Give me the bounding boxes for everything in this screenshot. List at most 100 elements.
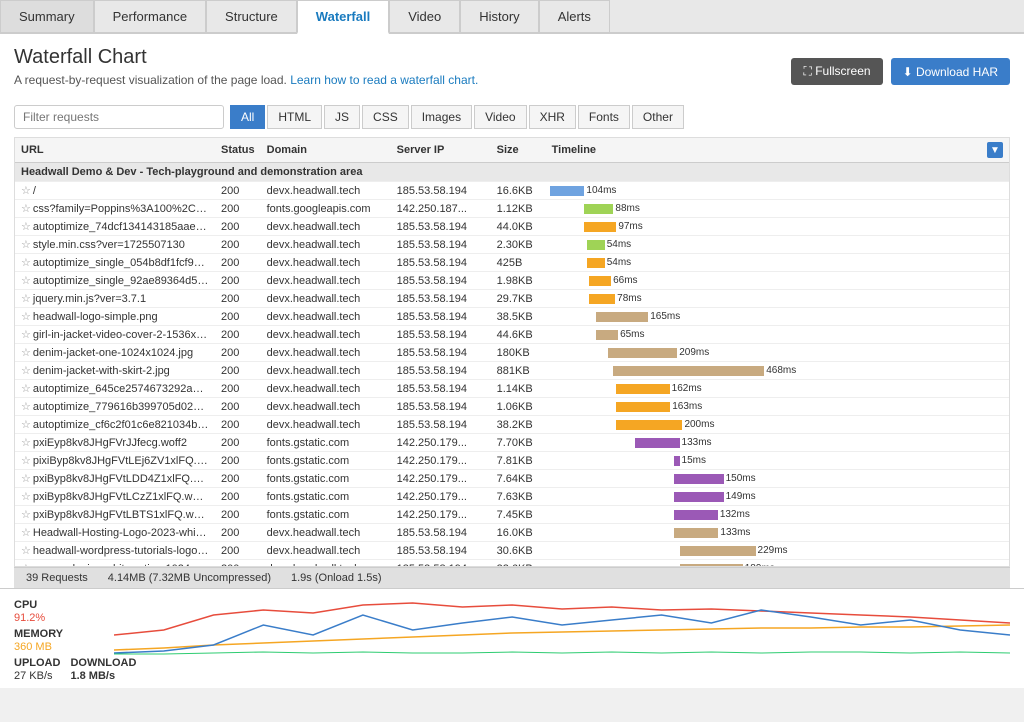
domain-cell: devx.headwall.tech (261, 290, 391, 308)
domain-cell: devx.headwall.tech (261, 326, 391, 344)
domain-cell: devx.headwall.tech (261, 272, 391, 290)
size-cell: 7.64KB (491, 470, 546, 488)
domain-cell: fonts.googleapis.com (261, 200, 391, 218)
subtitle-link[interactable]: Learn how to read a waterfall chart. (290, 73, 478, 87)
size-cell: 7.63KB (491, 488, 546, 506)
timeline-cell: 54ms (546, 236, 1009, 254)
url-cell: ☆pixiByp8kv8JHgFVtLEj6ZV1xlFQ.woff2 (15, 452, 215, 470)
table-row[interactable]: ☆autoptimize_645ce2574673292ab891... 200… (15, 380, 1009, 398)
waterfall-table-container[interactable]: URL Status Domain Server IP Size Timelin… (14, 137, 1010, 567)
table-row[interactable]: ☆denim-jacket-one-1024x1024.jpg 200 devx… (15, 344, 1009, 362)
url-cell: ☆autoptimize_single_92ae89364d576c... (15, 272, 215, 290)
tab-structure[interactable]: Structure (206, 0, 297, 32)
ip-cell: 185.53.58.194 (391, 236, 491, 254)
tab-performance[interactable]: Performance (94, 0, 206, 32)
filter-all[interactable]: All (230, 105, 265, 129)
size-cell: 425B (491, 254, 546, 272)
tab-history[interactable]: History (460, 0, 538, 32)
table-row[interactable]: ☆pxiByp8kv8JHgFVtLCzZ1xlFQ.woff2 200 fon… (15, 488, 1009, 506)
domain-cell: devx.headwall.tech (261, 362, 391, 380)
size-cell: 1.98KB (491, 272, 546, 290)
star-icon: ☆ (21, 419, 31, 431)
perf-chart-area (114, 595, 1010, 655)
filter-video[interactable]: Video (474, 105, 526, 129)
table-row[interactable]: ☆headwall-logo-simple.png 200 devx.headw… (15, 308, 1009, 326)
domain-cell: devx.headwall.tech (261, 236, 391, 254)
table-row[interactable]: ☆denim-jacket-with-skirt-2.jpg 200 devx.… (15, 362, 1009, 380)
table-row[interactable]: ☆power-plugins-white-retina-1024x25... 2… (15, 560, 1009, 568)
filter-other[interactable]: Other (632, 105, 684, 129)
filter-js[interactable]: JS (324, 105, 360, 129)
url-cell: ☆denim-jacket-one-1024x1024.jpg (15, 344, 215, 362)
table-row[interactable]: ☆autoptimize_74dcf134143185aae400... 200… (15, 218, 1009, 236)
tab-alerts[interactable]: Alerts (539, 0, 610, 32)
filter-css[interactable]: CSS (362, 105, 409, 129)
table-row[interactable]: ☆jquery.min.js?ver=3.7.1 200 devx.headwa… (15, 290, 1009, 308)
filter-xhr[interactable]: XHR (529, 105, 576, 129)
star-icon: ☆ (21, 329, 31, 341)
size-cell: 7.45KB (491, 506, 546, 524)
download-har-button[interactable]: ⬇ Download HAR (891, 58, 1010, 85)
size-cell: 1.14KB (491, 380, 546, 398)
domain-cell: devx.headwall.tech (261, 218, 391, 236)
table-row[interactable]: ☆pixiByp8kv8JHgFVtLEj6ZV1xlFQ.woff2 200 … (15, 452, 1009, 470)
star-icon: ☆ (21, 509, 31, 521)
size-cell: 44.6KB (491, 326, 546, 344)
ip-cell: 185.53.58.194 (391, 182, 491, 200)
ip-cell: 185.53.58.194 (391, 290, 491, 308)
table-row[interactable]: ☆girl-in-jacket-video-cover-2-1536x8... … (15, 326, 1009, 344)
table-row[interactable]: ☆style.min.css?ver=1725507130 200 devx.h… (15, 236, 1009, 254)
status-cell: 200 (215, 182, 261, 200)
filter-html[interactable]: HTML (267, 105, 322, 129)
status-cell: 200 (215, 524, 261, 542)
table-row[interactable]: ☆autoptimize_single_92ae89364d576c... 20… (15, 272, 1009, 290)
ip-cell: 185.53.58.194 (391, 362, 491, 380)
timeline-cell: 163ms (546, 398, 1009, 416)
status-cell: 200 (215, 236, 261, 254)
table-row[interactable]: ☆pxiEyp8kv8JHgFVrJJfecg.woff2 200 fonts.… (15, 434, 1009, 452)
size-cell: 32.6KB (491, 560, 546, 568)
ip-cell: 185.53.58.194 (391, 398, 491, 416)
timeline-cell: 88ms (546, 200, 1009, 218)
filter-images[interactable]: Images (411, 105, 472, 129)
timeline-cell: 200ms (546, 416, 1009, 434)
col-status: Status (215, 138, 261, 163)
domain-cell: devx.headwall.tech (261, 398, 391, 416)
star-icon: ☆ (21, 473, 31, 485)
perf-chart-svg (114, 595, 1010, 655)
table-row[interactable]: ☆autoptimize_single_054b8df1fcf9ebe... 2… (15, 254, 1009, 272)
ip-cell: 142.250.179... (391, 506, 491, 524)
domain-cell: devx.headwall.tech (261, 308, 391, 326)
table-row[interactable]: ☆autoptimize_cf6c2f01c6e821034b15b... 20… (15, 416, 1009, 434)
table-row[interactable]: ☆pxiByp8kv8JHgFVtLBTS1xlFQ.woff2 200 fon… (15, 506, 1009, 524)
table-row[interactable]: ☆headwall-wordpress-tutorials-logo-w... … (15, 542, 1009, 560)
timeline-cell: 149ms (546, 488, 1009, 506)
col-timeline: Timeline ▼ (546, 138, 1009, 163)
status-cell: 200 (215, 254, 261, 272)
filter-fonts[interactable]: Fonts (578, 105, 630, 129)
url-cell: ☆autoptimize_74dcf134143185aae400... (15, 218, 215, 236)
timeline-cell: 150ms (546, 470, 1009, 488)
star-icon: ☆ (21, 311, 31, 323)
search-input[interactable] (14, 105, 224, 129)
tab-waterfall[interactable]: Waterfall (297, 0, 389, 34)
timeline-cell: 189ms (546, 560, 1009, 568)
table-row[interactable]: ☆/ 200 devx.headwall.tech 185.53.58.194 … (15, 182, 1009, 200)
table-row[interactable]: ☆autoptimize_779616b399705d02d23b... 200… (15, 398, 1009, 416)
stats-bar: 39 Requests 4.14MB (7.32MB Uncompressed)… (14, 567, 1010, 588)
star-icon: ☆ (21, 383, 31, 395)
filter-buttons: All HTML JS CSS Images Video XHR Fonts O… (230, 105, 684, 129)
fullscreen-button[interactable]: ⛶ Fullscreen (791, 58, 882, 85)
table-row[interactable]: ☆Headwall-Hosting-Logo-2023-white-t... 2… (15, 524, 1009, 542)
timeline-cell: 104ms (546, 182, 1009, 200)
table-row[interactable]: ☆css?family=Poppins%3A100%2C100... 200 f… (15, 200, 1009, 218)
url-cell: ☆power-plugins-white-retina-1024x25... (15, 560, 215, 568)
tab-summary[interactable]: Summary (0, 0, 94, 32)
timeline-cell: 132ms (546, 506, 1009, 524)
timeline-arrow[interactable]: ▼ (987, 142, 1003, 158)
domain-cell: devx.headwall.tech (261, 254, 391, 272)
tab-video[interactable]: Video (389, 0, 460, 32)
star-icon: ☆ (21, 293, 31, 305)
load-stat: 1.9s (Onload 1.5s) (291, 572, 382, 584)
table-row[interactable]: ☆pxiByp8kv8JHgFVtLDD4Z1xlFQ.woff2 200 fo… (15, 470, 1009, 488)
